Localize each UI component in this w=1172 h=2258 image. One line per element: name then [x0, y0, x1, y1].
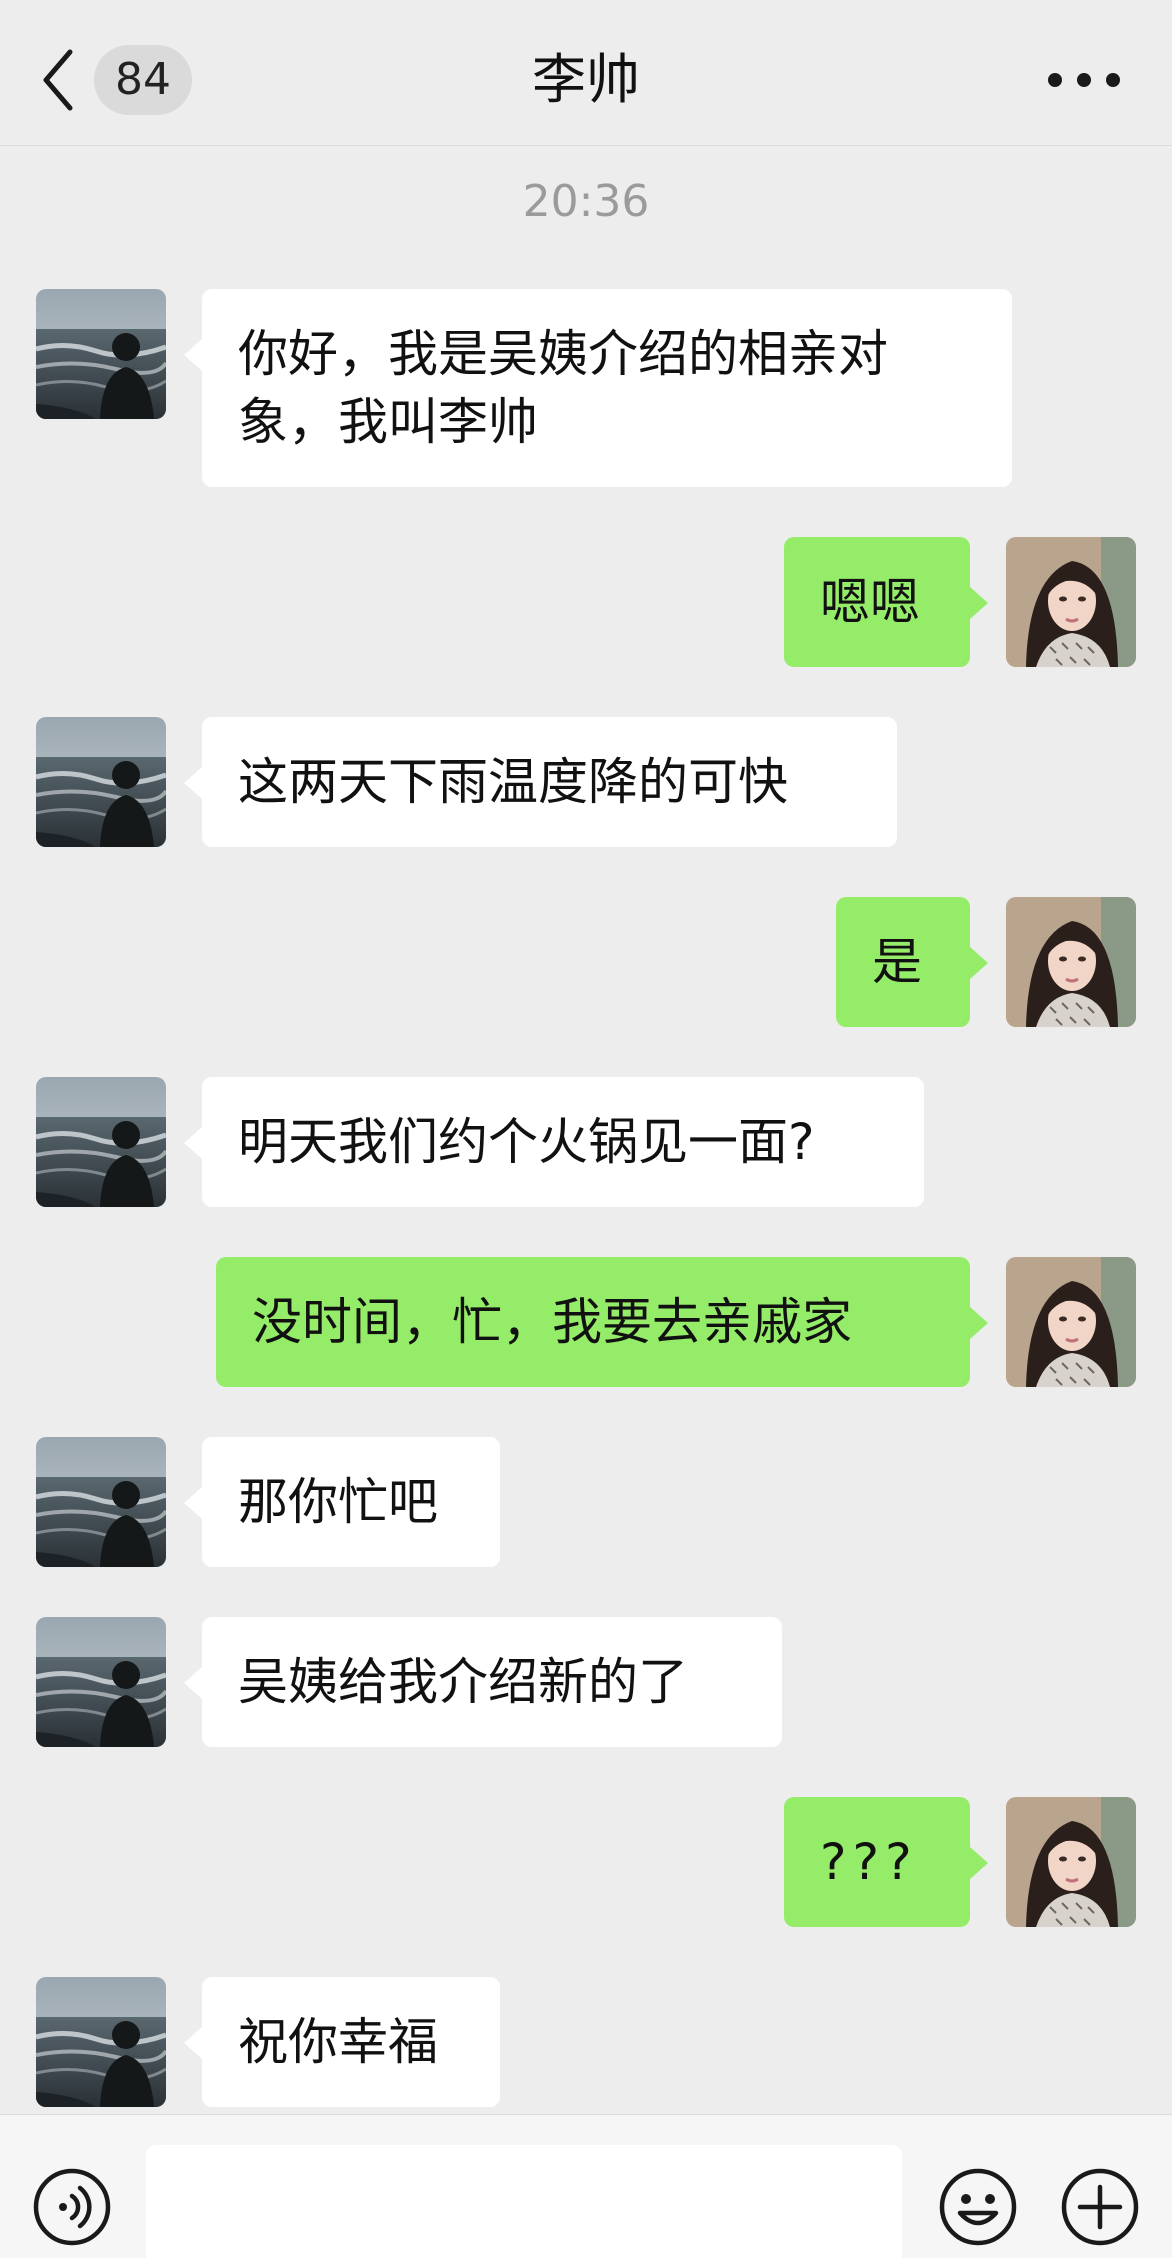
outgoing-message[interactable]: ??? — [784, 1797, 988, 1927]
more-dot-icon — [1048, 73, 1062, 87]
incoming-message[interactable]: 你好，我是吴姨介绍的相亲对象，我叫李帅 — [184, 289, 1012, 487]
more-dot-icon — [1106, 73, 1120, 87]
silhouette-seaside-image — [36, 1077, 166, 1207]
message-timestamp: 20:36 — [522, 176, 650, 227]
silhouette-seaside-image — [36, 717, 166, 847]
contact-avatar[interactable] — [36, 1077, 166, 1207]
contact-avatar[interactable] — [36, 717, 166, 847]
outgoing-message[interactable]: 是 — [836, 897, 988, 1027]
more-options-button[interactable] — [1048, 60, 1120, 100]
incoming-message[interactable]: 明天我们约个火锅见一面? — [184, 1077, 924, 1207]
contact-avatar[interactable] — [36, 289, 166, 419]
silhouette-seaside-image — [36, 1977, 166, 2107]
incoming-message[interactable]: 那你忙吧 — [184, 1437, 500, 1567]
message-list[interactable]: 20:36 你好，我是吴姨介绍的相亲对象，我叫李帅 嗯嗯 这两天下雨温度降的可快… — [0, 146, 1172, 2114]
back-button[interactable]: 84 — [40, 42, 200, 118]
self-avatar[interactable] — [1006, 537, 1136, 667]
incoming-message[interactable]: 吴姨给我介绍新的了 — [184, 1617, 782, 1747]
self-avatar[interactable] — [1006, 1257, 1136, 1387]
plus-icon[interactable] — [1060, 2167, 1140, 2247]
incoming-message[interactable]: 祝你幸福 — [184, 1977, 500, 2107]
unread-count-badge: 84 — [94, 45, 192, 115]
woman-portrait-image — [1006, 1797, 1136, 1927]
contact-avatar[interactable] — [36, 1437, 166, 1567]
chat-header: 84 李帅 — [0, 0, 1172, 146]
contact-avatar[interactable] — [36, 1617, 166, 1747]
more-dot-icon — [1077, 73, 1091, 87]
outgoing-message[interactable]: 没时间，忙，我要去亲戚家 — [216, 1257, 988, 1387]
incoming-message[interactable]: 这两天下雨温度降的可快 — [184, 717, 897, 847]
message-input[interactable] — [146, 2145, 902, 2258]
self-avatar[interactable] — [1006, 1797, 1136, 1927]
woman-portrait-image — [1006, 537, 1136, 667]
silhouette-seaside-image — [36, 1437, 166, 1567]
input-bar — [0, 2114, 1172, 2258]
woman-portrait-image — [1006, 897, 1136, 1027]
outgoing-message[interactable]: 嗯嗯 — [784, 537, 988, 667]
voice-icon[interactable] — [32, 2167, 112, 2247]
chevron-left-icon — [40, 42, 80, 118]
silhouette-seaside-image — [36, 289, 166, 419]
silhouette-seaside-image — [36, 1617, 166, 1747]
contact-avatar[interactable] — [36, 1977, 166, 2107]
woman-portrait-image — [1006, 1257, 1136, 1387]
self-avatar[interactable] — [1006, 897, 1136, 1027]
emoji-icon[interactable] — [938, 2167, 1018, 2247]
